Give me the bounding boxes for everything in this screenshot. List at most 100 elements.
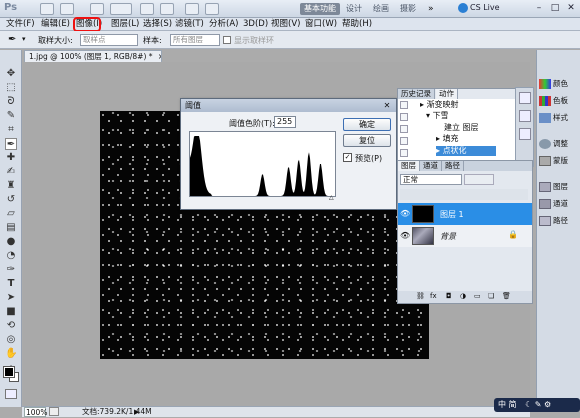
- eye-icon[interactable]: 👁: [400, 231, 410, 241]
- show-ring-checkbox[interactable]: [223, 36, 231, 44]
- dock-masks[interactable]: 蒙版: [539, 153, 580, 169]
- dodge-tool-icon[interactable]: ◔: [5, 250, 17, 262]
- quick-mask-icon[interactable]: [5, 389, 17, 399]
- action-toggle[interactable]: [400, 101, 408, 109]
- shape-tool-icon[interactable]: ■: [5, 306, 17, 318]
- dock-styles[interactable]: 样式: [539, 110, 580, 126]
- threshold-level-input[interactable]: 255: [274, 116, 296, 128]
- preview-checkbox[interactable]: ✓: [343, 153, 352, 162]
- type-tool-icon[interactable]: T: [5, 278, 17, 290]
- menu-help[interactable]: 帮助(H): [342, 19, 372, 30]
- blur-tool-icon[interactable]: ●: [5, 236, 17, 248]
- marquee-tool-icon[interactable]: ⬚: [5, 82, 17, 94]
- gradient-tool-icon[interactable]: ▤: [5, 222, 17, 234]
- clone-stamp-tool-icon[interactable]: ♜: [5, 180, 17, 192]
- opacity-field[interactable]: [464, 174, 494, 185]
- menu-edit[interactable]: 编辑(E): [41, 19, 70, 30]
- menu-layer[interactable]: 图层(L): [111, 19, 139, 30]
- crop-tool-icon[interactable]: ⌗: [5, 124, 17, 136]
- brush-tool-icon[interactable]: ✍: [5, 166, 17, 178]
- workspace-design[interactable]: 设计: [342, 3, 366, 15]
- zoom-level-button[interactable]: [110, 3, 132, 15]
- status-menu-arrow-icon[interactable]: ▶: [134, 407, 139, 417]
- 3d-orbit-tool-icon[interactable]: ◎: [5, 334, 17, 346]
- tab-paths[interactable]: 路径: [442, 161, 464, 171]
- dialog-close-icon[interactable]: ✕: [380, 100, 394, 111]
- move-tool-icon[interactable]: ✥: [5, 68, 17, 80]
- workspace-essentials[interactable]: 基本功能: [300, 3, 340, 15]
- layer-mask-icon[interactable]: ◘: [446, 292, 452, 300]
- tab-channels[interactable]: 通道: [420, 161, 442, 171]
- paragraph-icon[interactable]: [519, 128, 531, 140]
- document-close-icon[interactable]: ×: [158, 52, 161, 61]
- dock-layers[interactable]: 图层: [539, 179, 580, 195]
- layer-row[interactable]: 👁 背景 🔒: [398, 225, 532, 247]
- document-tab[interactable]: 1.jpg @ 100% (图层 1, RGB/8#) * ×: [24, 50, 162, 62]
- mini-bridge-button[interactable]: [60, 3, 74, 15]
- eyedropper-tool-icon[interactable]: ✒: [5, 138, 17, 150]
- path-selection-tool-icon[interactable]: ➤: [5, 292, 17, 304]
- workspace-more-icon[interactable]: »: [428, 4, 434, 14]
- workspace-painting[interactable]: 绘画: [369, 3, 393, 15]
- action-item[interactable]: ▾ 下雪: [426, 111, 514, 121]
- ok-button[interactable]: 确定: [343, 118, 391, 131]
- action-toggle[interactable]: [400, 125, 408, 133]
- menu-3d[interactable]: 3D(D): [243, 19, 268, 30]
- layer-row-selected[interactable]: 👁 图层 1: [398, 203, 532, 225]
- screen-mode-button[interactable]: [205, 3, 219, 15]
- new-group-icon[interactable]: ▭: [474, 292, 481, 300]
- actions-icon[interactable]: [519, 110, 531, 122]
- eraser-tool-icon[interactable]: ▱: [5, 208, 17, 220]
- zoom-tool-button[interactable]: [160, 3, 174, 15]
- menu-analysis[interactable]: 分析(A): [209, 19, 238, 30]
- arrange-documents-button[interactable]: [185, 3, 199, 15]
- lasso-tool-icon[interactable]: ᘐ: [5, 96, 17, 108]
- healing-brush-tool-icon[interactable]: ✚: [5, 152, 17, 164]
- dock-paths[interactable]: 路径: [539, 213, 580, 229]
- ime-settings-icon[interactable]: ☾ ✎ ⚙: [525, 400, 551, 409]
- zoom-field[interactable]: 100%: [24, 407, 47, 417]
- adjustment-layer-icon[interactable]: ◑: [460, 292, 466, 300]
- action-toggle[interactable]: [400, 113, 408, 121]
- menu-filter[interactable]: 滤镜(T): [175, 19, 204, 30]
- cs-live-button[interactable]: CS Live: [470, 3, 500, 12]
- menu-file[interactable]: 文件(F): [6, 19, 35, 30]
- foreground-color-swatch[interactable]: [3, 366, 15, 378]
- tab-layers[interactable]: 图层: [398, 161, 420, 171]
- tool-preset-dropdown-icon[interactable]: ▾: [22, 35, 26, 43]
- eye-icon[interactable]: 👁: [400, 209, 410, 219]
- history-icon[interactable]: [519, 92, 531, 104]
- ime-toolbar[interactable]: 中 简 ☾ ✎ ⚙: [494, 398, 580, 412]
- menu-window[interactable]: 窗口(W): [305, 19, 337, 30]
- pen-tool-icon[interactable]: ✑: [5, 264, 17, 276]
- hand-tool-button[interactable]: [140, 3, 154, 15]
- hand-tool-icon[interactable]: ✋: [5, 348, 17, 360]
- new-layer-icon[interactable]: ❏: [488, 292, 494, 300]
- 3d-rotate-tool-icon[interactable]: ⟲: [5, 320, 17, 332]
- action-item-selected[interactable]: ▸ 点状化: [436, 146, 496, 156]
- delete-layer-icon[interactable]: 🗑: [502, 292, 511, 300]
- blend-mode-select[interactable]: 正常: [400, 174, 462, 185]
- close-icon[interactable]: ✕: [564, 2, 578, 15]
- quick-select-tool-icon[interactable]: ✎: [5, 110, 17, 122]
- bridge-button[interactable]: [40, 3, 54, 15]
- dock-swatches[interactable]: 色板: [539, 93, 580, 109]
- eyedropper-icon[interactable]: ✒: [8, 34, 16, 45]
- maximize-icon[interactable]: □: [548, 2, 562, 15]
- dock-channels[interactable]: 通道: [539, 196, 580, 212]
- tab-actions[interactable]: 动作: [436, 89, 458, 99]
- threshold-slider-handle[interactable]: △: [329, 194, 335, 201]
- link-layers-icon[interactable]: ⛓: [416, 292, 425, 300]
- reset-button[interactable]: 复位: [343, 134, 391, 147]
- status-icon[interactable]: [49, 407, 59, 416]
- action-toggle[interactable]: [400, 149, 408, 157]
- menu-select[interactable]: 选择(S): [143, 19, 172, 30]
- history-brush-tool-icon[interactable]: ↺: [5, 194, 17, 206]
- minimize-icon[interactable]: –: [532, 2, 546, 15]
- sample-select[interactable]: 所有图层: [170, 34, 220, 46]
- action-item[interactable]: ▸ 填充: [436, 134, 524, 144]
- dock-color[interactable]: 颜色: [539, 76, 580, 92]
- view-extras-button[interactable]: [90, 3, 104, 15]
- action-item[interactable]: ▸ 渐变映射: [420, 100, 508, 110]
- sample-size-select[interactable]: 取样点: [80, 34, 138, 46]
